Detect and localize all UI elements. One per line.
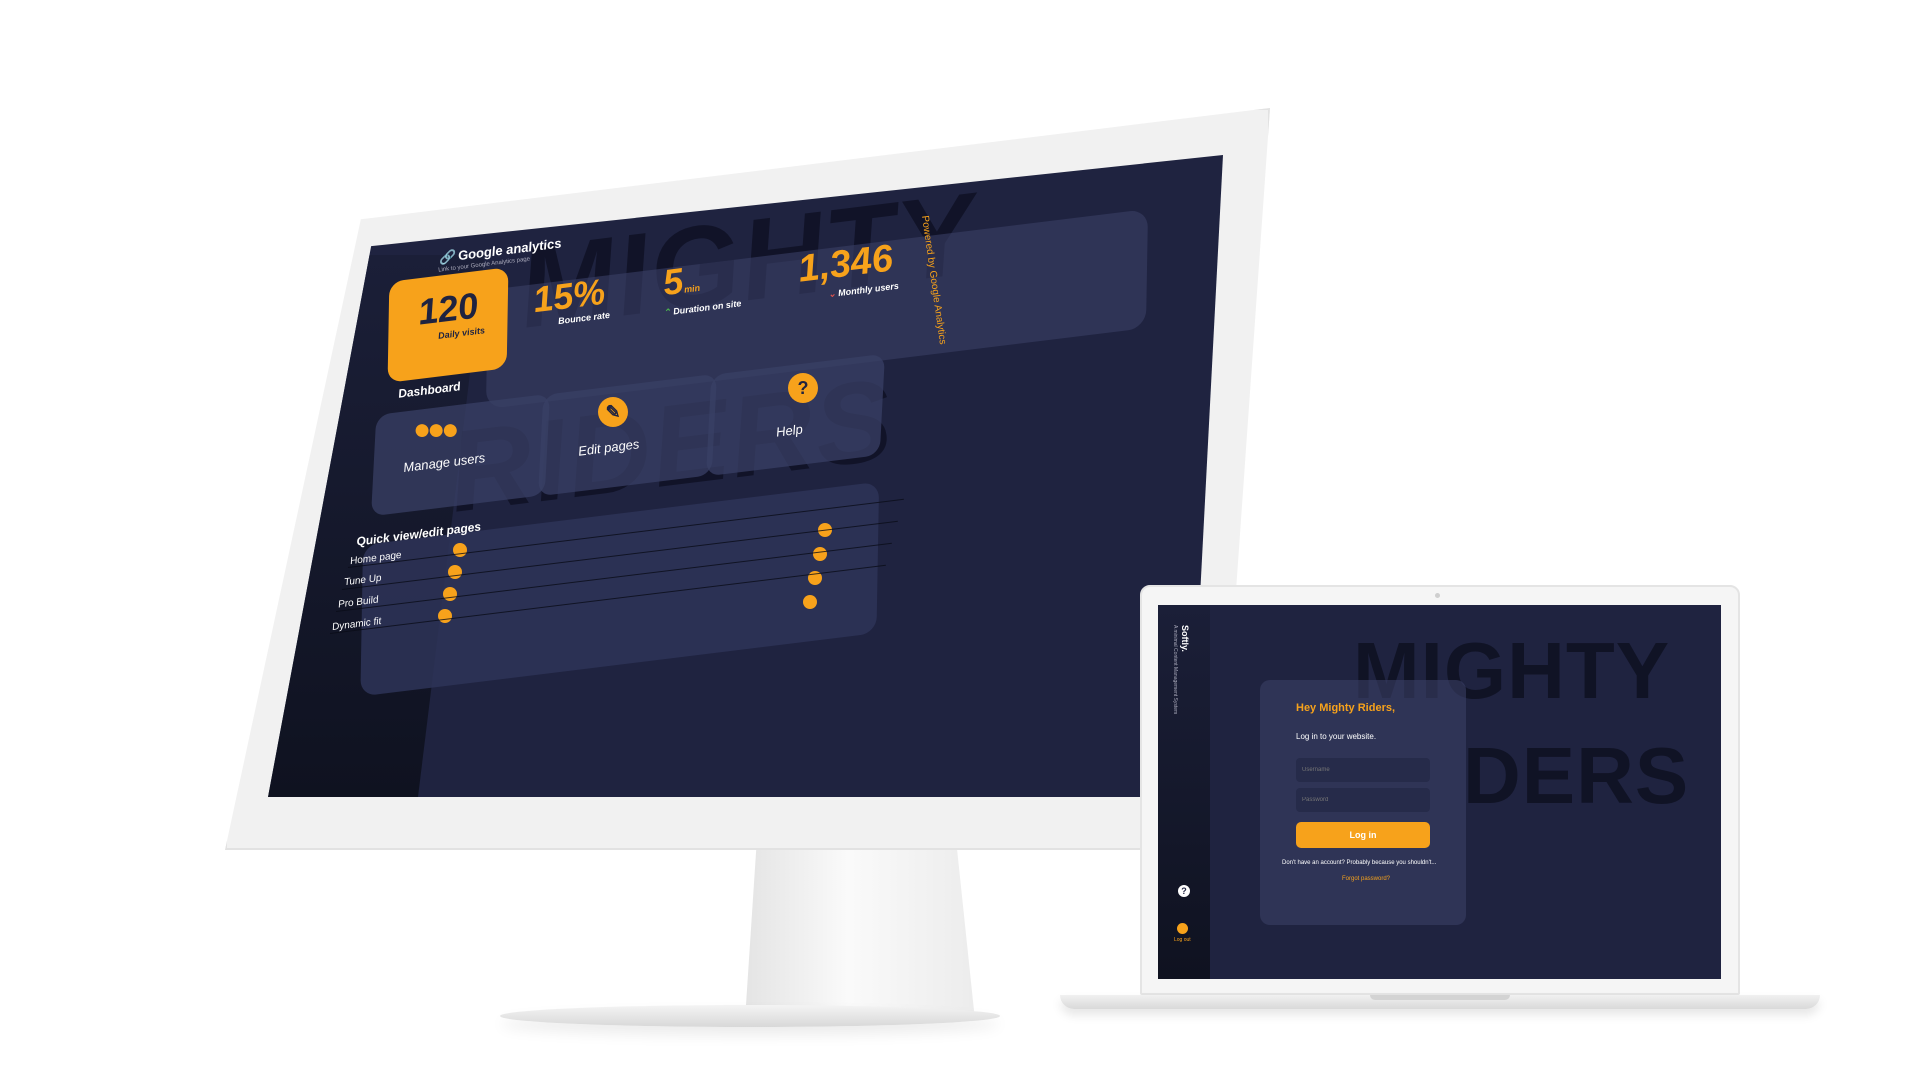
edit-page-icon[interactable] [453,543,467,557]
users-icon: ●●● [413,413,459,446]
pencil-icon[interactable]: ✎ [296,410,308,427]
edit-page-icon[interactable] [448,565,462,579]
no-account-text: Don't have an account? Probably because … [1282,860,1437,866]
edit-page-icon[interactable] [438,609,452,623]
laptop-screen: MIGHTY DERS Softly. A minimal Content Ma… [1158,605,1721,979]
question-icon[interactable]: ? [280,485,287,500]
edit-page-icon[interactable] [443,587,457,601]
logout-icon [268,607,272,623]
login-card: Hey Mighty Riders, Log in to your websit… [1260,680,1466,925]
password-input[interactable] [1296,788,1430,812]
home-icon[interactable]: ⌂ [316,323,328,346]
laptop-camera [1435,593,1440,598]
imac-stand [745,845,975,1020]
laptop-brand-tagline: A minimal Content Management System [1172,625,1178,715]
login-button[interactable]: Log in [1296,822,1430,848]
imac-screen: Softly. ⌂ ✎ ? ❐ Log out MIGHTY RIDERS 🔗 … [268,155,1223,797]
username-input[interactable] [1296,758,1430,782]
laptop-help-icon[interactable]: ? [1178,885,1190,897]
laptop-brand: Softly. [1180,625,1190,652]
question-icon: ? [788,373,818,403]
login-greeting: Hey Mighty Riders, [1296,702,1396,714]
laptop-logout-label: Log out [1174,937,1191,943]
duration-value: 5min [660,259,701,304]
trash-icon[interactable] [813,547,827,561]
laptop-notch [1370,995,1510,1000]
forgot-password-link[interactable]: Forgot password? [1342,876,1390,882]
login-subtitle: Log in to your website. [1296,732,1377,741]
trash-icon[interactable] [803,595,817,609]
logout-icon [1176,923,1188,934]
laptop-watermark-line-2: DERS [1463,731,1690,820]
chat-icon[interactable]: ❐ [268,555,276,576]
pencil-icon: ✎ [598,397,628,427]
imac-stand-base [500,1005,1000,1027]
mockup-stage: Softly. ⌂ ✎ ? ❐ Log out MIGHTY RIDERS 🔗 … [0,0,1920,1080]
laptop-logout-button[interactable]: Log out [1174,923,1191,943]
